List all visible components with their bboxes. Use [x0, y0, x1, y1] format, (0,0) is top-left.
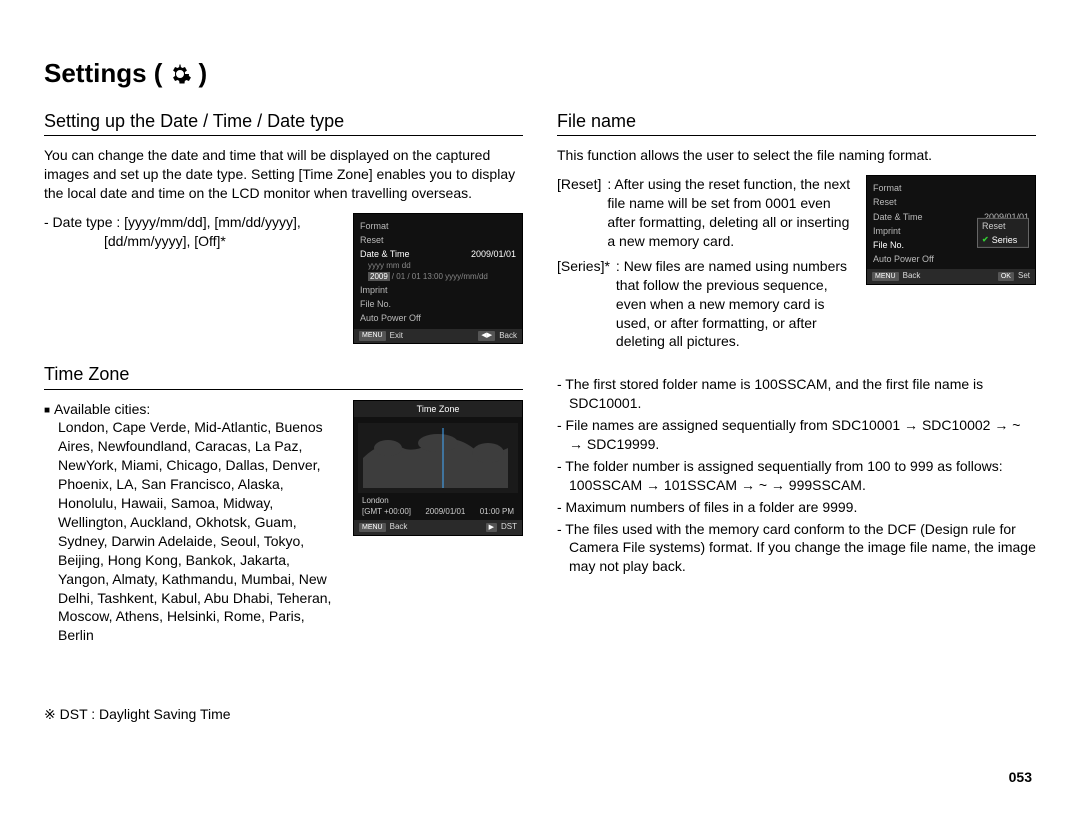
heading-time-zone: Time Zone [44, 362, 523, 389]
bullet-item: - File names are assigned sequentially f… [557, 416, 1036, 454]
series-def: : New files are named using numbers that… [616, 257, 852, 351]
heading-file-name: File name [557, 109, 1036, 136]
reset-def: : After using the reset function, the ne… [607, 175, 852, 251]
file-name-intro: This function allows the user to select … [557, 146, 1036, 165]
screenshot-date-time: Format Reset Date & Time2009/01/01 yyyy … [353, 213, 523, 344]
page-title: Settings ( ) [44, 56, 1036, 91]
square-bullet-icon: ■ [44, 405, 50, 416]
bullet-item: - Maximum numbers of files in a folder a… [557, 498, 1036, 517]
file-no-popup: Reset ✔Series [977, 218, 1029, 248]
bullet-item: - The first stored folder name is 100SSC… [557, 375, 1036, 413]
screenshot-time-zone: Time Zone London [GMT +00:00]2009/01/010… [353, 400, 523, 537]
series-term: [Series]* [557, 257, 610, 351]
screenshot-file-name: Format Reset Date & Time2009/01/01 Impri… [866, 175, 1036, 285]
date-type-line2: [dd/mm/yyyy], [Off]* [44, 232, 339, 251]
world-map-icon [358, 423, 518, 493]
date-time-body: You can change the date and time that wi… [44, 146, 523, 203]
dst-note: ※ DST : Daylight Saving Time [44, 705, 523, 724]
reset-term: [Reset] [557, 175, 601, 251]
bullet-item: - The files used with the memory card co… [557, 520, 1036, 577]
bullet-item: - The folder number is assigned sequenti… [557, 457, 1036, 495]
check-icon: ✔ [982, 235, 989, 246]
cities-label: Available cities: [54, 401, 150, 417]
file-name-bullets: - The first stored folder name is 100SSC… [557, 375, 1036, 576]
right-column: File name This function allows the user … [557, 109, 1036, 724]
title-text: Settings ( [44, 56, 162, 91]
page-number: 053 [1009, 768, 1032, 787]
title-close-paren: ) [198, 56, 207, 91]
date-type-line1: - Date type : [yyyy/mm/dd], [mm/dd/yyyy]… [44, 213, 339, 232]
gear-icon [168, 62, 192, 86]
cities-body: London, Cape Verde, Mid-Atlantic, Buenos… [44, 418, 339, 645]
heading-date-time: Setting up the Date / Time / Date type [44, 109, 523, 136]
left-column: Setting up the Date / Time / Date type Y… [44, 109, 523, 724]
